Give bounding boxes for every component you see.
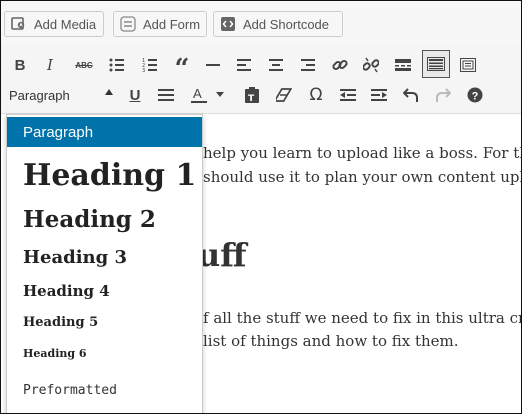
numbered-list-icon[interactable]: 123 xyxy=(137,52,163,78)
align-right-icon[interactable] xyxy=(295,52,321,78)
svg-text:?: ? xyxy=(472,91,479,103)
media-buttons-bar: Add Media Add Form Add Shortcode xyxy=(1,1,521,45)
form-icon xyxy=(120,16,136,32)
add-media-button[interactable]: Add Media xyxy=(4,11,104,37)
justify-icon[interactable] xyxy=(153,82,179,108)
undo-icon[interactable] xyxy=(398,82,424,108)
format-option-paragraph[interactable]: Paragraph xyxy=(7,117,202,147)
toolbar-toggle-icon[interactable] xyxy=(422,50,450,78)
underline-icon[interactable]: U xyxy=(122,82,148,108)
italic-icon[interactable]: I xyxy=(37,52,63,78)
editor-text-line-3: f all the stuff we need to fix in this u… xyxy=(203,309,522,327)
distraction-free-icon[interactable] xyxy=(455,52,481,78)
outdent-icon[interactable] xyxy=(335,82,361,108)
special-character-icon[interactable]: Ω xyxy=(303,82,329,108)
editor-text-line-1: help you learn to upload like a boss. Fo… xyxy=(203,144,522,162)
format-option-heading-4[interactable]: Heading 4 xyxy=(7,278,202,304)
format-select-value: Paragraph xyxy=(9,87,70,103)
clear-formatting-icon[interactable] xyxy=(271,82,297,108)
text-color-caret-icon[interactable] xyxy=(212,82,228,108)
bold-icon[interactable]: B xyxy=(7,52,33,78)
horizontal-line-icon[interactable] xyxy=(200,52,226,78)
shortcode-icon xyxy=(220,16,236,32)
align-center-icon[interactable] xyxy=(263,52,289,78)
format-option-heading-3[interactable]: Heading 3 xyxy=(7,242,202,272)
add-shortcode-label: Add Shortcode xyxy=(243,16,330,32)
svg-text:T: T xyxy=(248,94,255,103)
format-select[interactable]: Paragraph xyxy=(9,83,119,107)
editor-text-line-2: should use it to plan your own content u… xyxy=(203,168,522,186)
format-option-heading-2[interactable]: Heading 2 xyxy=(7,201,202,237)
editor-text-line-4: list of things and how to fix them. xyxy=(203,332,459,350)
strikethrough-icon[interactable]: ABC xyxy=(71,52,97,78)
format-option-heading-6[interactable]: Heading 6 xyxy=(7,342,202,364)
add-shortcode-button[interactable]: Add Shortcode xyxy=(213,11,343,37)
bullet-list-icon[interactable] xyxy=(104,52,130,78)
add-media-label: Add Media xyxy=(34,16,97,32)
help-icon[interactable]: ? xyxy=(462,82,488,108)
editor-heading: uff xyxy=(197,236,247,274)
align-left-icon[interactable] xyxy=(231,52,257,78)
add-form-label: Add Form xyxy=(143,16,201,32)
svg-text:A: A xyxy=(193,86,202,101)
svg-text:3: 3 xyxy=(142,68,145,72)
text-color-icon[interactable]: A xyxy=(186,82,212,108)
format-option-preformatted[interactable]: Preformatted xyxy=(7,377,202,403)
unlink-icon[interactable] xyxy=(358,52,384,78)
read-more-icon[interactable] xyxy=(390,52,416,78)
format-option-heading-1[interactable]: Heading 1 xyxy=(7,153,202,197)
add-media-icon xyxy=(11,16,27,32)
caret-up-icon xyxy=(105,89,113,95)
format-dropdown-menu: Paragraph Heading 1 Heading 2 Heading 3 … xyxy=(6,114,203,413)
editor-frame: Add Media Add Form Add Shortcode B I ABC… xyxy=(0,0,522,414)
redo-icon[interactable] xyxy=(430,82,456,108)
link-icon[interactable] xyxy=(327,52,353,78)
blockquote-icon[interactable]: “ xyxy=(169,52,195,82)
paste-as-text-icon[interactable]: T xyxy=(239,82,265,108)
editor-toolbar: B I ABC 123 “ Paragraph U A T Ω ? xyxy=(1,45,521,114)
indent-icon[interactable] xyxy=(366,82,392,108)
format-option-heading-5[interactable]: Heading 5 xyxy=(7,310,202,334)
add-form-button[interactable]: Add Form xyxy=(113,11,207,37)
